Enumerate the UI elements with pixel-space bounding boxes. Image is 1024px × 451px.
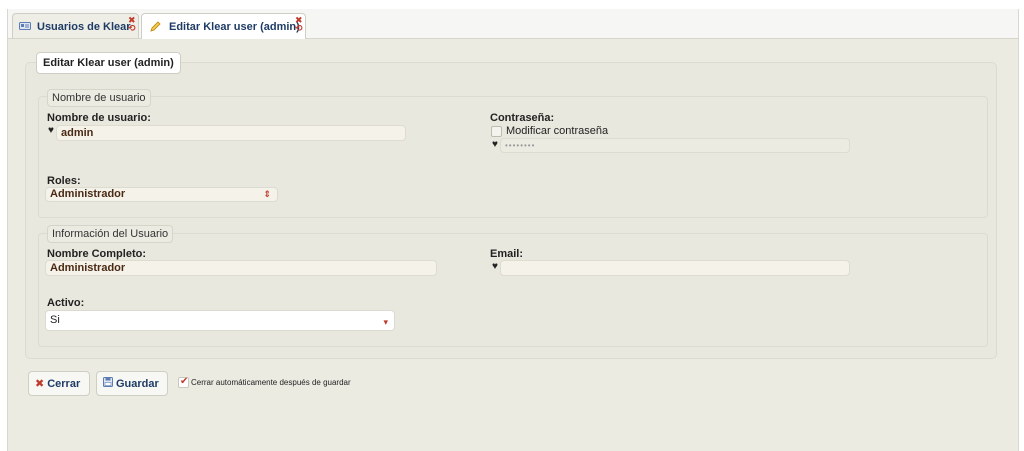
pencil-icon [150, 21, 161, 35]
tab-label: Usuarios de Klear [37, 21, 131, 33]
username-input[interactable]: admin [56, 125, 406, 141]
required-icon: ♥ [492, 139, 498, 150]
form-legend: Editar Klear user (admin) [36, 52, 181, 74]
email-label: Email: [490, 248, 524, 260]
required-icon: ♥ [48, 125, 54, 136]
fullname-input[interactable]: Administrador [45, 260, 437, 276]
password-input[interactable]: •••••••• [500, 138, 850, 153]
roles-label: Roles: [47, 175, 81, 187]
close-tab-icon[interactable]: ✖ ⟲ [295, 16, 303, 33]
close-tab-icon[interactable]: ✖ ⟲ [128, 16, 136, 33]
fullname-label: Nombre Completo: [47, 248, 146, 260]
modify-password-checkbox[interactable] [491, 126, 502, 137]
active-label: Activo: [47, 297, 85, 309]
required-icon: ♥ [492, 261, 498, 272]
chevron-down-icon: ▾ [383, 317, 388, 327]
info-section-legend: Información del Usuario [47, 225, 174, 243]
autoclose-label: Cerrar automáticamente después de guarda… [191, 378, 351, 387]
password-label: Contraseña: [490, 112, 555, 124]
active-select[interactable]: Si ▾ [45, 310, 395, 331]
username-label: Nombre de usuario: [47, 112, 151, 124]
save-icon [103, 377, 113, 390]
close-icon: ✖ [35, 378, 45, 390]
autoclose-checkbox[interactable]: ✔ [178, 376, 189, 388]
save-button-label: Guardar [116, 377, 159, 390]
roles-select[interactable]: Administrador ⇕ [45, 187, 278, 202]
tab-bar: Usuarios de Klear ✖ ⟲ Editar Klear user (… [8, 9, 1018, 39]
email-input[interactable] [500, 260, 850, 276]
tab-editar-klear-user[interactable]: Editar Klear user (admin) ✖ ⟲ [141, 13, 306, 39]
chevron-updown-icon: ⇕ [263, 189, 271, 199]
check-icon: ✔ [180, 376, 189, 387]
user-list-icon [19, 21, 31, 34]
roles-select-value: Administrador [50, 188, 126, 200]
close-button-label: Cerrar [47, 377, 81, 390]
close-button[interactable]: ✖ Cerrar [28, 371, 90, 396]
save-button[interactable]: Guardar [96, 371, 168, 396]
modify-password-label: Modificar contraseña [506, 125, 609, 137]
tab-usuarios-de-klear[interactable]: Usuarios de Klear ✖ ⟲ [12, 13, 139, 38]
tab-label: Editar Klear user (admin) [169, 21, 300, 33]
user-section-legend: Nombre de usuario [47, 89, 151, 107]
active-select-value: Si [50, 314, 60, 326]
